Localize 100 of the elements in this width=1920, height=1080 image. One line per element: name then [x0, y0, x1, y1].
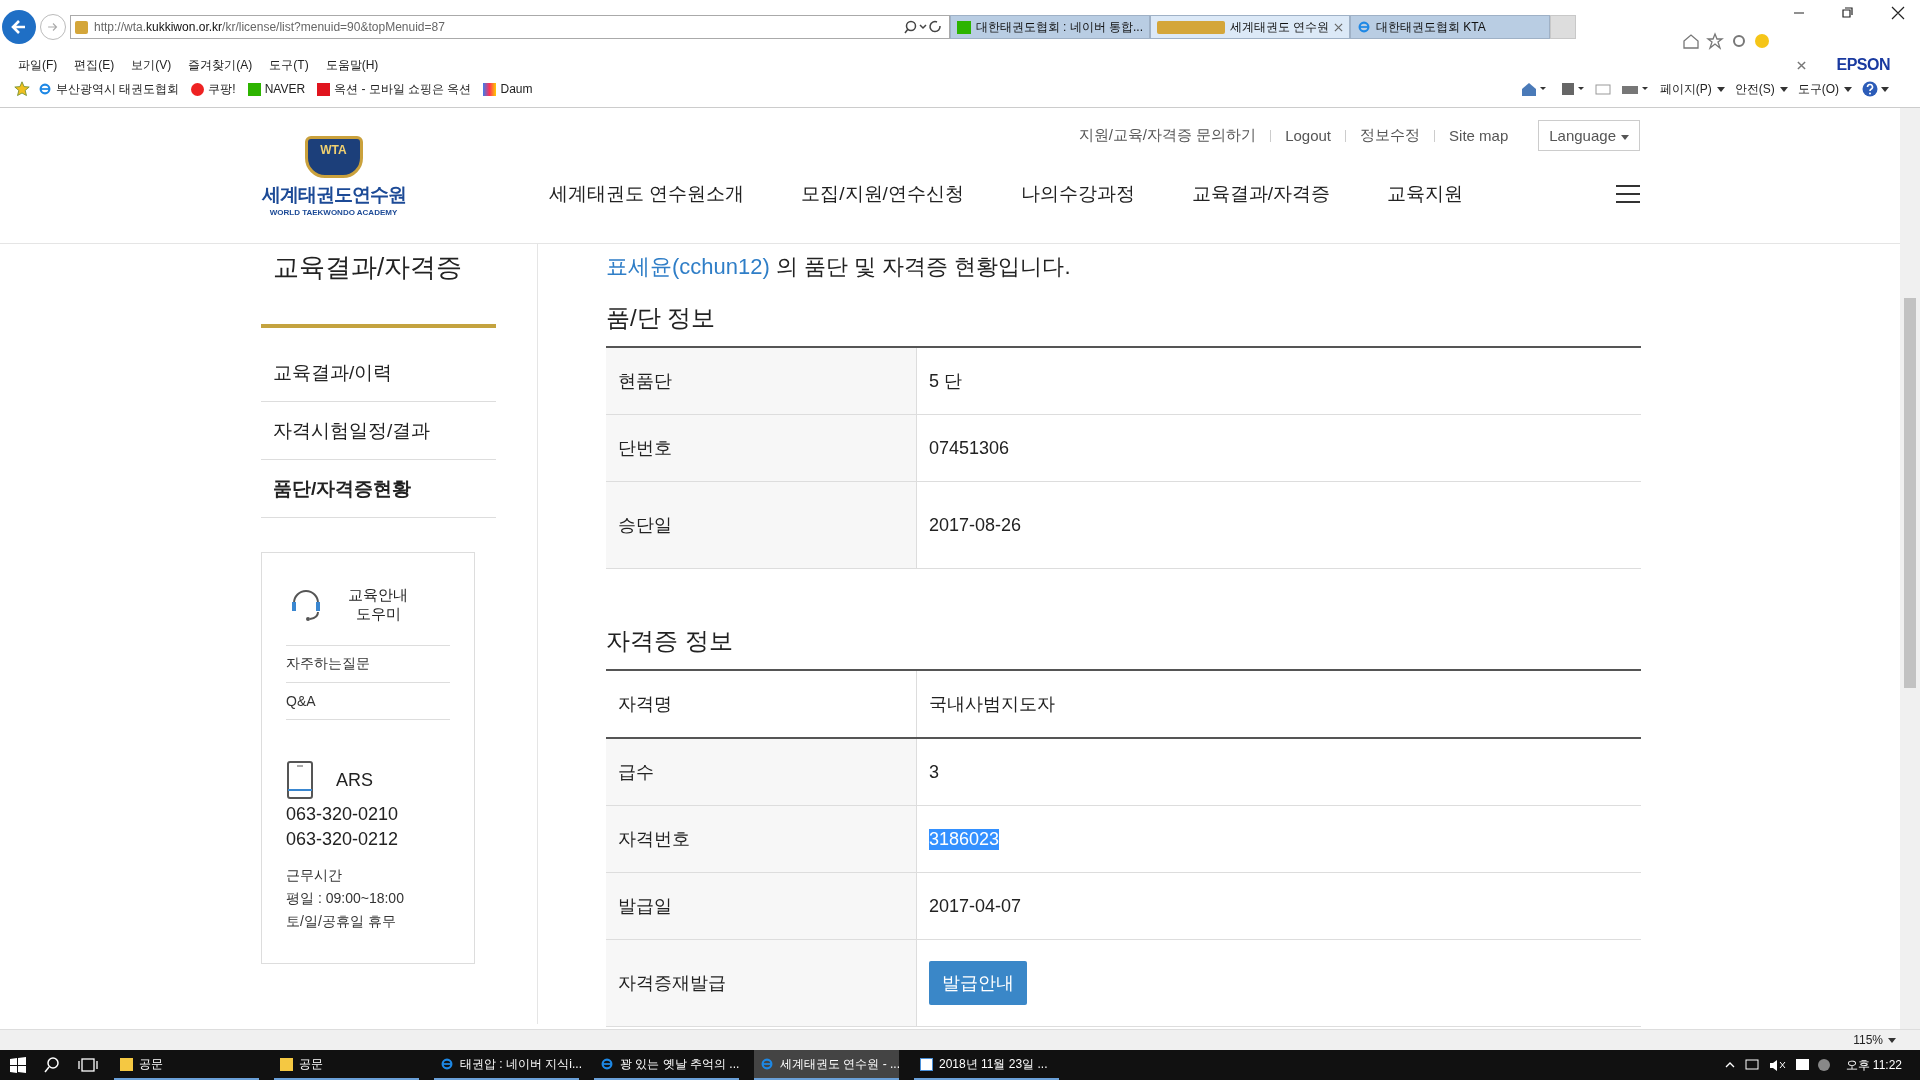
taskbar-item[interactable]: 꽝 있는 옛날 추억의 ...	[594, 1050, 739, 1080]
row-label: 현품단	[606, 348, 917, 414]
table-cell: 07451306	[929, 437, 1010, 459]
menu-item[interactable]: 도구(T)	[269, 56, 309, 74]
close-icon[interactable]	[1797, 60, 1807, 70]
table-cell-text: 5 단	[929, 370, 962, 393]
browser-icon	[600, 1057, 614, 1071]
caret-icon	[1779, 86, 1788, 92]
section-title: 품/단 정보	[606, 303, 717, 333]
favorite-link[interactable]: 옥션 - 모바일 쇼핑은 옥션	[317, 80, 472, 98]
browser-tab[interactable]: 대한태권도협회 : 네이버 통합...	[950, 15, 1150, 39]
task-view-icon[interactable]	[78, 1057, 98, 1073]
caret-icon	[1621, 134, 1629, 140]
nav-item[interactable]: 교육결과/자격증	[1191, 181, 1331, 207]
row-label: 단번호	[606, 415, 917, 481]
utility-link[interactable]: 정보수정	[1360, 126, 1421, 145]
status-intro: 표세윤(cchun12) 의 품단 및 자격증 현황입니다.	[606, 253, 1072, 281]
taskbar-item[interactable]: 공문	[274, 1050, 419, 1080]
browser-tab[interactable]: 세계태권도 연수원	[1150, 15, 1350, 39]
sidebar-item[interactable]: 자격시험일정/결과	[261, 402, 496, 460]
url-text: http://wta.kukkiwon.or.kr/kr/license/list?menuid=90&topMenuid=87	[94, 20, 446, 34]
favorite-link[interactable]: Daum	[483, 82, 533, 96]
folder-icon	[120, 1057, 133, 1071]
command-menu[interactable]: 도구(O)	[1797, 80, 1852, 98]
row-label: 자격번호	[606, 806, 917, 872]
browser-icon	[38, 82, 52, 96]
browser-icon	[440, 1057, 454, 1071]
menu-item[interactable]: 즐겨찾기(A)	[188, 56, 253, 74]
scrollbar[interactable]	[1900, 108, 1920, 1029]
nav-item[interactable]: 세계태권도 연수원소개	[549, 181, 745, 207]
row-label: 발급일	[606, 873, 917, 939]
table-header-cell-text: 국내사범지도자	[928, 693, 1056, 716]
browser-icon	[1357, 20, 1371, 34]
hours-text: 평일 : 09:00~18:00	[286, 889, 405, 908]
close-icon[interactable]	[1334, 22, 1343, 32]
favorite-link[interactable]: 쿠팡!	[191, 80, 236, 98]
toolbar-brand: EPSON	[1836, 56, 1890, 74]
menu-item[interactable]: 편집(E)	[74, 56, 115, 74]
start-button[interactable]	[10, 1057, 26, 1073]
clock[interactable]: 오후 11:22	[1845, 1056, 1902, 1074]
browser-tab[interactable]: 대한태권도협회 KTA	[1350, 15, 1550, 39]
arrow-icon	[46, 20, 60, 34]
menu-item[interactable]: 파일(F)	[18, 56, 58, 74]
command-icons-drawing[interactable]	[1519, 81, 1650, 97]
zoom-level[interactable]: 115%	[1853, 1033, 1896, 1047]
hours-text: 토/일/공휴일 휴무	[286, 912, 397, 931]
address-bar[interactable]: http://wta.kukkiwon.or.kr/kr/license/list?menuid=90&topMenuid=87	[70, 15, 950, 39]
caret-icon	[1716, 86, 1725, 92]
nav-item[interactable]: 나의수강과정	[1020, 181, 1135, 207]
utility-link[interactable]: 지원/교육/자격증 문의하기	[1078, 126, 1257, 145]
row-label: 급수	[606, 739, 917, 805]
sidebar-title: 교육결과/자격증	[273, 251, 464, 284]
shopping-icon	[191, 82, 205, 96]
taskbar-item[interactable]: 공문	[114, 1050, 259, 1080]
document-icon	[920, 1057, 933, 1071]
help-icon[interactable]	[1862, 81, 1890, 97]
phone-number: 063-320-0212	[286, 829, 400, 850]
logo-subtitle: WORLD TAEKWONDO ACADEMY	[269, 208, 398, 217]
favorite-link[interactable]: NAVER	[247, 82, 306, 96]
logo-name: 세계태권도연수원	[261, 183, 406, 207]
taskbar-item[interactable]: 태권압 : 네이버 지식i...	[434, 1050, 579, 1080]
menu-icon[interactable]	[1616, 185, 1640, 203]
star-icon[interactable]	[14, 81, 30, 97]
site-logo[interactable]: WTA 세계태권도연수원 WORLD TAEKWONDO ACADEMY	[261, 108, 406, 243]
sidebar-item[interactable]: 품단/자격증현황	[261, 460, 496, 518]
menu-item[interactable]: 도움말(H)	[325, 56, 379, 74]
section-title: 자격증 정보	[606, 626, 734, 656]
hours-text: 근무시간	[286, 866, 343, 885]
command-menu[interactable]: 안전(S)	[1734, 80, 1788, 98]
help-link[interactable]: 자주하는질문	[286, 646, 450, 683]
phone-number: 063-320-0210	[286, 804, 400, 825]
utility-link[interactable]: Logout	[1285, 127, 1332, 144]
favorite-link[interactable]: 부산광역시 태권도협회	[38, 80, 180, 98]
back-button[interactable]	[2, 10, 36, 44]
menu-item[interactable]: 보기(V)	[131, 56, 172, 74]
folder-icon	[280, 1057, 293, 1071]
nav-item[interactable]: 모집/지원/연수신청	[801, 181, 964, 207]
caret-icon	[1888, 1038, 1896, 1044]
shopping-icon	[317, 82, 331, 96]
language-dropdown[interactable]: Language	[1538, 120, 1640, 151]
sidebar-item[interactable]: 교육결과/이력	[261, 344, 496, 402]
browser-icon	[760, 1057, 774, 1071]
table-cell: 3	[929, 761, 939, 783]
command-menu[interactable]: 페이지(P)	[1659, 80, 1725, 98]
taskbar-item[interactable]: 2018년 11월 23일 ...	[914, 1050, 1059, 1080]
help-link[interactable]: Q&A	[286, 683, 450, 720]
phone-icon	[286, 760, 314, 800]
help-title: 교육안내 도우미	[348, 586, 408, 624]
issue-guide-button[interactable]: 발급안내	[929, 961, 1027, 1005]
naver-icon	[247, 82, 261, 96]
taskbar-item[interactable]: 세계태권도 연수원 - ...	[754, 1050, 899, 1080]
utility-link[interactable]: Site map	[1449, 127, 1509, 144]
logo-badge: WTA	[304, 136, 363, 178]
user-link[interactable]: 표세윤(cchun12)	[606, 254, 770, 279]
caret-icon	[1844, 86, 1852, 92]
daum-icon	[483, 82, 497, 96]
search-icon[interactable]	[44, 1057, 60, 1073]
row-label: 승단일	[606, 482, 917, 568]
nav-item[interactable]: 교육지원	[1387, 181, 1464, 207]
row-label: 자격증재발급	[606, 940, 917, 1026]
